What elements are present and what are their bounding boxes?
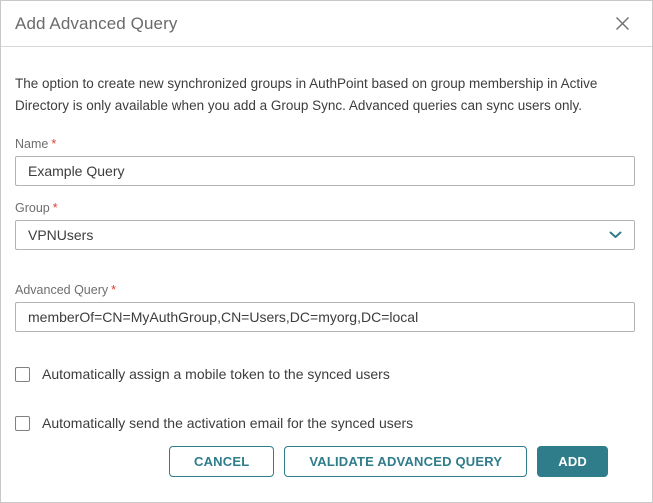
cancel-button[interactable]: CANCEL: [169, 446, 274, 477]
assign-token-checkbox[interactable]: [15, 367, 30, 382]
send-email-checkbox[interactable]: [15, 416, 30, 431]
name-label: Name*: [15, 137, 635, 151]
validate-advanced-query-button[interactable]: VALIDATE ADVANCED QUERY: [284, 446, 527, 477]
add-button[interactable]: ADD: [537, 446, 608, 477]
name-input[interactable]: [15, 156, 635, 186]
dialog-title: Add Advanced Query: [15, 14, 177, 34]
advanced-query-label: Advanced Query*: [15, 283, 635, 297]
add-advanced-query-dialog: Add Advanced Query The option to create …: [0, 0, 653, 503]
close-button[interactable]: [613, 14, 632, 33]
required-asterisk: *: [53, 201, 58, 215]
name-label-text: Name: [15, 137, 48, 151]
assign-token-checkbox-label: Automatically assign a mobile token to t…: [42, 366, 390, 382]
group-label: Group*: [15, 201, 635, 215]
dialog-body: The option to create new synchronized gr…: [1, 47, 652, 446]
dialog-description: The option to create new synchronized gr…: [15, 73, 627, 117]
group-select[interactable]: VPNUsers: [15, 220, 635, 250]
send-email-checkbox-label: Automatically send the activation email …: [42, 415, 413, 431]
checkbox-row-assign-token[interactable]: Automatically assign a mobile token to t…: [15, 366, 635, 382]
advanced-query-input[interactable]: [15, 302, 635, 332]
checkbox-row-send-email[interactable]: Automatically send the activation email …: [15, 415, 635, 431]
required-asterisk: *: [111, 283, 116, 297]
required-asterisk: *: [51, 137, 56, 151]
chevron-down-icon: [609, 231, 622, 239]
advanced-query-label-text: Advanced Query: [15, 283, 108, 297]
group-select-value: VPNUsers: [28, 227, 93, 243]
group-label-text: Group: [15, 201, 50, 215]
dialog-footer: CANCEL VALIDATE ADVANCED QUERY ADD: [1, 446, 652, 502]
dialog-header: Add Advanced Query: [1, 1, 652, 47]
close-icon: [615, 16, 630, 31]
